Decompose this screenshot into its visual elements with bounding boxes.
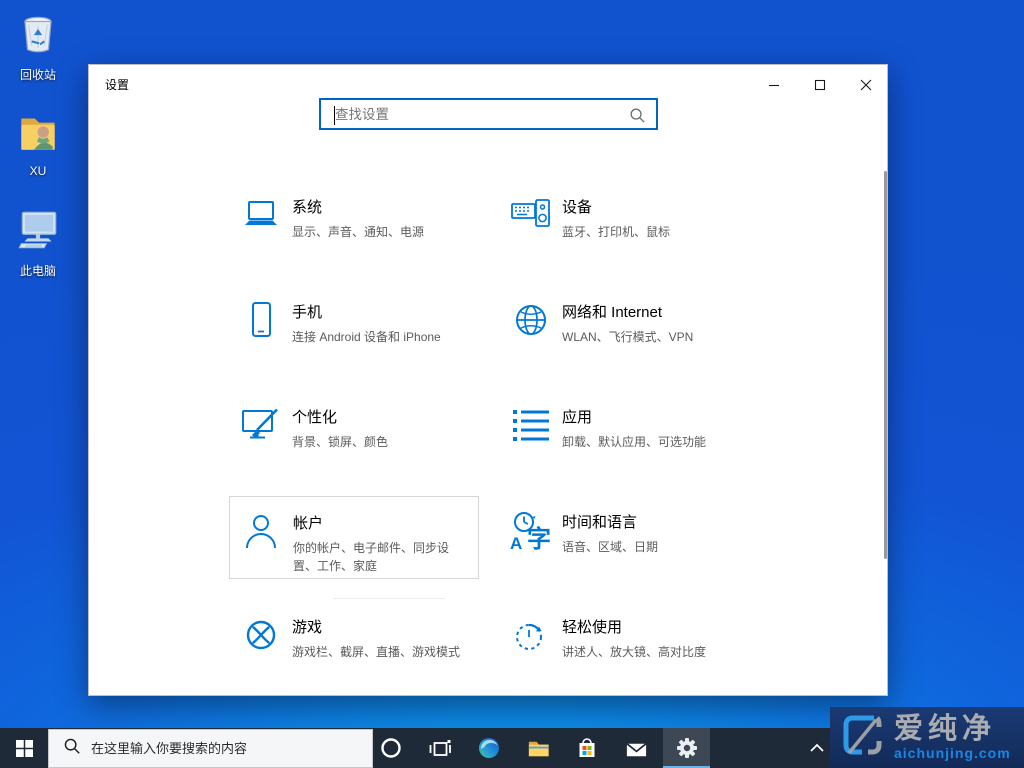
aichunjing-logo-icon (838, 711, 886, 764)
edge-button[interactable] (465, 728, 513, 768)
tile-subtitle: 讲述人、放大镜、高对比度 (562, 643, 748, 661)
tile-title: 应用 (562, 406, 748, 427)
settings-search-box[interactable] (319, 98, 658, 130)
close-icon (860, 79, 872, 91)
desktop-icon-recycle-bin[interactable]: 回收站 (5, 8, 71, 83)
store-button[interactable] (563, 728, 611, 768)
watermark: 爱纯净 aichunjing.com (830, 707, 1024, 768)
watermark-brand: 爱纯净 (894, 715, 1011, 744)
globe-icon (508, 299, 554, 345)
cortana-icon (380, 737, 402, 759)
devices-icon (508, 194, 554, 240)
personalization-icon (238, 404, 284, 450)
maximize-button[interactable] (797, 71, 843, 99)
xbox-icon (238, 614, 284, 660)
tile-subtitle: 游戏栏、截屏、直播、游戏模式 (292, 643, 478, 661)
file-explorer-button[interactable] (514, 728, 562, 768)
apps-list-icon (508, 404, 554, 450)
cortana-button[interactable] (367, 728, 415, 768)
settings-tile-phone[interactable]: 手机 连接 Android 设备和 iPhone (229, 286, 479, 370)
svg-text:字: 字 (527, 525, 551, 553)
desktop-icon-label: 回收站 (5, 66, 71, 83)
svg-text:A: A (510, 534, 522, 553)
text-caret (334, 106, 335, 125)
settings-tile-gaming[interactable]: 游戏 游戏栏、截屏、直播、游戏模式 (229, 601, 479, 685)
start-button[interactable] (0, 728, 48, 768)
tile-title: 时间和语言 (562, 511, 748, 532)
recycle-bin-icon (13, 45, 63, 62)
chevron-up-icon (809, 742, 825, 754)
tile-subtitle: 你的帐户、电子邮件、同步设 置、工作、家庭 (293, 539, 478, 575)
settings-tile-network[interactable]: 网络和 Internet WLAN、飞行模式、VPN (499, 286, 749, 370)
settings-tile-personalization[interactable]: 个性化 背景、锁屏、颜色 (229, 391, 479, 475)
tile-title: 游戏 (292, 616, 478, 637)
settings-app-button[interactable] (663, 728, 710, 768)
tile-border-artifact (333, 598, 445, 599)
desktop-icon-user-folder[interactable]: XU (5, 106, 71, 178)
tile-title: 个性化 (292, 406, 478, 427)
settings-search-input[interactable] (321, 107, 656, 122)
maximize-icon (814, 79, 826, 91)
watermark-domain: aichunjing.com (894, 745, 1011, 761)
window-title: 设置 (105, 76, 129, 93)
task-view-button[interactable] (416, 728, 464, 768)
tile-title: 轻松使用 (562, 616, 748, 637)
tile-title: 设备 (562, 196, 748, 217)
tile-title: 系统 (292, 196, 478, 217)
laptop-icon (238, 194, 284, 240)
tile-title: 手机 (292, 301, 478, 322)
tile-subtitle: WLAN、飞行模式、VPN (562, 328, 748, 346)
desktop-icon-label: 此电脑 (5, 262, 71, 279)
store-icon (575, 736, 599, 760)
settings-tile-ease-of-access[interactable]: 轻松使用 讲述人、放大镜、高对比度 (499, 601, 749, 685)
tile-title: 帐户 (293, 512, 478, 533)
tile-title: 网络和 Internet (562, 301, 748, 322)
tile-subtitle: 卸载、默认应用、可选功能 (562, 433, 748, 451)
minimize-icon (768, 79, 780, 91)
this-pc-icon (13, 241, 63, 258)
tile-subtitle: 连接 Android 设备和 iPhone (292, 328, 478, 346)
user-folder-icon (13, 143, 63, 160)
tile-subtitle: 显示、声音、通知、电源 (292, 223, 478, 241)
mail-icon (624, 736, 649, 761)
minimize-button[interactable] (751, 71, 797, 99)
mail-button[interactable] (612, 728, 660, 768)
close-button[interactable] (843, 71, 889, 99)
clock-language-icon: A字 (508, 509, 554, 555)
tile-subtitle: 背景、锁屏、颜色 (292, 433, 478, 451)
person-icon (239, 510, 285, 556)
ease-of-access-icon (508, 614, 554, 660)
settings-window: 设置 系统 显示、声音、通知、电源 设备 蓝牙、打印机、鼠标 手机 连接 (88, 64, 888, 696)
settings-tile-apps[interactable]: 应用 卸载、默认应用、可选功能 (499, 391, 749, 475)
settings-tile-time-language[interactable]: A字 时间和语言 语音、区域、日期 (499, 496, 749, 580)
settings-tile-accounts[interactable]: 帐户 你的帐户、电子邮件、同步设 置、工作、家庭 (229, 496, 479, 579)
window-scrollbar[interactable] (884, 171, 887, 559)
settings-tile-system[interactable]: 系统 显示、声音、通知、电源 (229, 181, 479, 265)
windows-logo-icon (16, 740, 33, 757)
search-icon (63, 737, 81, 760)
edge-icon (477, 736, 501, 760)
file-explorer-icon (526, 736, 551, 761)
desktop-icon-this-pc[interactable]: 此电脑 (5, 204, 71, 279)
taskbar-search-box[interactable] (48, 729, 373, 768)
search-icon[interactable] (629, 107, 646, 129)
desktop-icon-label: XU (5, 164, 71, 178)
tile-subtitle: 语音、区域、日期 (562, 538, 748, 556)
gear-icon (675, 736, 699, 760)
tile-subtitle: 蓝牙、打印机、鼠标 (562, 223, 748, 241)
task-view-icon (428, 736, 452, 760)
phone-icon (238, 299, 284, 345)
taskbar-search-input[interactable] (91, 741, 372, 756)
settings-tile-devices[interactable]: 设备 蓝牙、打印机、鼠标 (499, 181, 749, 265)
